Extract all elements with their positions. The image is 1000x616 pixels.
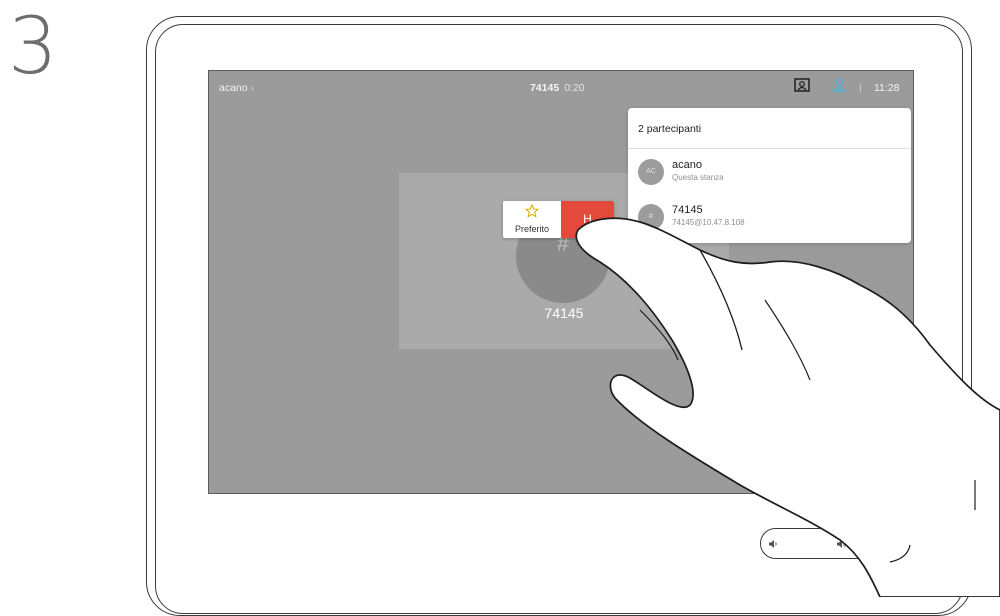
- participant-row[interactable]: # 74145 74145@10.47.8.108: [628, 196, 911, 238]
- participant-row-name: acano: [672, 159, 702, 171]
- participant-row-name: 74145: [672, 204, 703, 216]
- participant-row[interactable]: AC acano Questa stanza: [628, 151, 911, 193]
- participant-action-popup: Preferito H: [503, 201, 614, 238]
- panel-title: 2 partecipanti: [638, 123, 702, 135]
- participants-icon[interactable]: [831, 78, 847, 92]
- favorite-button[interactable]: Preferito: [503, 201, 561, 238]
- end-call-button[interactable]: H: [561, 201, 614, 238]
- step-number: 3: [8, 2, 58, 92]
- favorite-label: Preferito: [514, 224, 549, 234]
- clock-separator: |: [859, 82, 862, 94]
- call-name-link[interactable]: acano ›: [219, 82, 254, 94]
- panel-divider: [628, 148, 911, 149]
- volume-control: [760, 528, 910, 559]
- call-name-label: acano: [219, 82, 248, 94]
- call-duration: 0:20: [564, 82, 585, 94]
- star-icon: [525, 204, 539, 218]
- layout-icon[interactable]: [794, 78, 810, 92]
- participant-row-avatar: #: [638, 204, 664, 230]
- participant-row-subtitle: Questa stanza: [672, 173, 724, 182]
- call-number: 74145: [530, 82, 560, 94]
- chevron-right-icon: ›: [250, 82, 255, 94]
- call-info: 74145 0:20: [530, 82, 585, 94]
- participants-panel: 2 partecipanti AC acano Questa stanza # …: [628, 108, 911, 243]
- clock: 11:28: [874, 82, 900, 94]
- volume-down-icon[interactable]: [768, 539, 779, 549]
- participant-tile-name: 74145: [544, 305, 584, 321]
- call-topbar: acano › 74145 0:20 | 11:28: [209, 71, 913, 101]
- participant-row-subtitle: 74145@10.47.8.108: [672, 218, 745, 227]
- participant-row-avatar: AC: [638, 159, 664, 185]
- volume-up-icon[interactable]: [836, 539, 847, 549]
- video-call-screen: acano › 74145 0:20 | 11:28 # 74145 Preferi…: [208, 70, 914, 494]
